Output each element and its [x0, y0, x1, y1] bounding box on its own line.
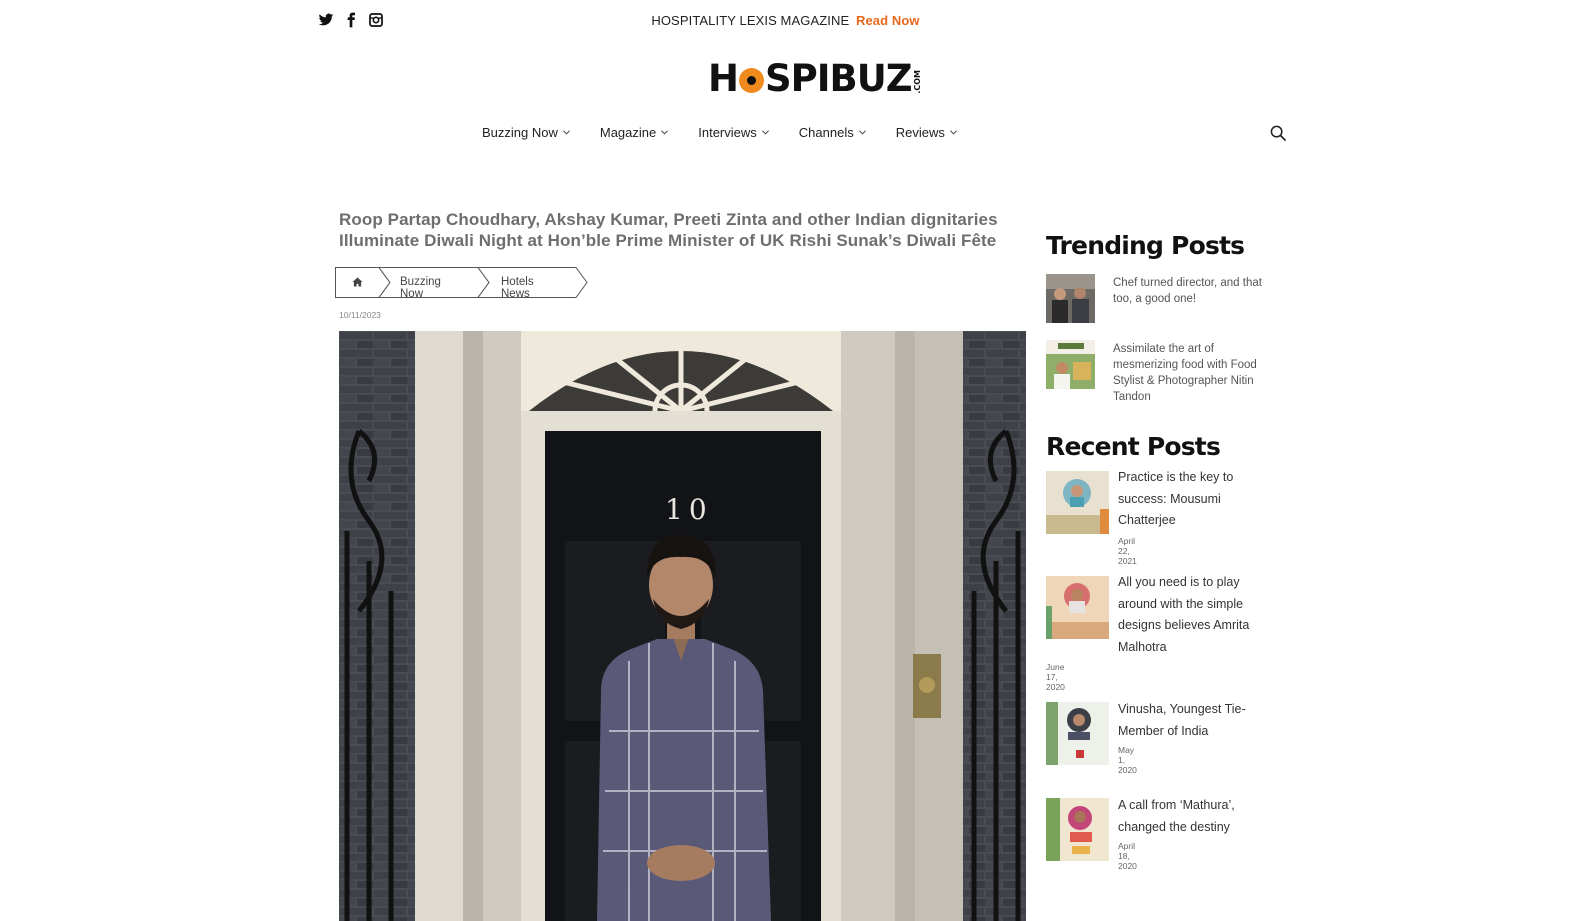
trending-post-thumbnail-image	[1046, 340, 1095, 389]
recent-post-date: April 18, 2020	[1118, 841, 1137, 871]
featured-image-drawing: 10	[339, 331, 1026, 921]
breadcrumb-item-buzzing-now[interactable]: Buzzing Now	[400, 276, 441, 300]
breadcrumb-frame	[335, 267, 588, 298]
recent-post-title[interactable]: A call from ‘Mathura’, changed the desti…	[1118, 795, 1258, 838]
featured-image: 10	[339, 331, 1026, 921]
trending-post-thumbnail-image	[1046, 274, 1095, 323]
trending-post[interactable]: Assimilate the art of mesmerizing food w…	[1046, 340, 1278, 405]
logo-o-icon	[738, 68, 764, 93]
trending-post-title[interactable]: Assimilate the art of mesmerizing food w…	[1113, 341, 1278, 405]
nav-item-buzzing-now[interactable]: Buzzing Now	[482, 125, 570, 140]
main-nav: Buzzing Now Magazine Interviews Channels…	[482, 125, 957, 140]
recent-post-thumbnail[interactable]	[1046, 471, 1109, 534]
recent-post-thumbnail[interactable]	[1046, 702, 1109, 765]
recent-post-thumbnail-image	[1046, 471, 1109, 534]
trending-post-thumbnail[interactable]	[1046, 274, 1095, 323]
article-date: 10/11/2023	[339, 310, 381, 320]
recent-post-title[interactable]: Vinusha, Youngest Tie-Member of India	[1118, 699, 1258, 742]
site-logo[interactable]: H SPIBUZ .COM	[708, 58, 922, 98]
home-icon[interactable]	[352, 277, 363, 287]
recent-post-thumbnail[interactable]	[1046, 798, 1109, 861]
nav-item-reviews[interactable]: Reviews	[896, 125, 957, 140]
chevron-down-icon	[761, 130, 769, 135]
promo-text: HOSPITALITY LEXIS MAGAZINE	[651, 13, 850, 28]
recent-post-date: May 1, 2020	[1118, 745, 1137, 775]
chevron-down-icon	[949, 130, 957, 135]
trending-posts-title: Trending Posts	[1046, 231, 1245, 260]
nav-item-label: Magazine	[599, 125, 657, 140]
promo-banner: HOSPITALITY LEXIS MAGAZINE Read Now	[0, 13, 1571, 28]
recent-post-thumbnail-image	[1046, 702, 1109, 765]
article-title: Roop Partap Choudhary, Akshay Kumar, Pre…	[339, 210, 998, 250]
recent-post-thumbnail[interactable]	[1046, 576, 1109, 639]
recent-post-thumbnail-image	[1046, 798, 1109, 861]
trending-post-title[interactable]: Chef turned director, and that too, a go…	[1113, 275, 1278, 323]
recent-post-thumbnail-image	[1046, 576, 1109, 639]
svg-text:10: 10	[665, 493, 713, 526]
logo-text-end: SPIBUZ	[764, 57, 913, 100]
nav-item-label: Reviews	[895, 125, 945, 140]
logo-suffix: .COM	[912, 70, 922, 94]
recent-post-title[interactable]: All you need is to play around with the …	[1118, 572, 1258, 658]
trending-post-thumbnail[interactable]	[1046, 340, 1095, 389]
recent-post-date: April 22, 2021	[1118, 536, 1137, 566]
nav-item-magazine[interactable]: Magazine	[599, 125, 669, 140]
trending-post[interactable]: Chef turned director, and that too, a go…	[1046, 274, 1278, 323]
nav-item-interviews[interactable]: Interviews	[698, 125, 769, 140]
logo-text-start: H	[708, 57, 739, 100]
nav-item-label: Buzzing Now	[482, 125, 558, 140]
breadcrumb-item-hotels-news[interactable]: Hotels News	[501, 276, 534, 300]
chevron-down-icon	[562, 130, 570, 135]
chevron-down-icon	[858, 130, 866, 135]
search-icon[interactable]	[1270, 125, 1287, 142]
read-now-link[interactable]: Read Now	[856, 13, 920, 28]
nav-item-label: Channels	[798, 125, 854, 140]
recent-post-date: June 17, 2020	[1046, 662, 1065, 692]
chevron-down-icon	[661, 130, 669, 135]
recent-post-title[interactable]: Practice is the key to success: Mousumi …	[1118, 467, 1258, 532]
nav-item-label: Interviews	[698, 125, 757, 140]
recent-posts-title: Recent Posts	[1046, 432, 1221, 461]
nav-item-channels[interactable]: Channels	[799, 125, 866, 140]
